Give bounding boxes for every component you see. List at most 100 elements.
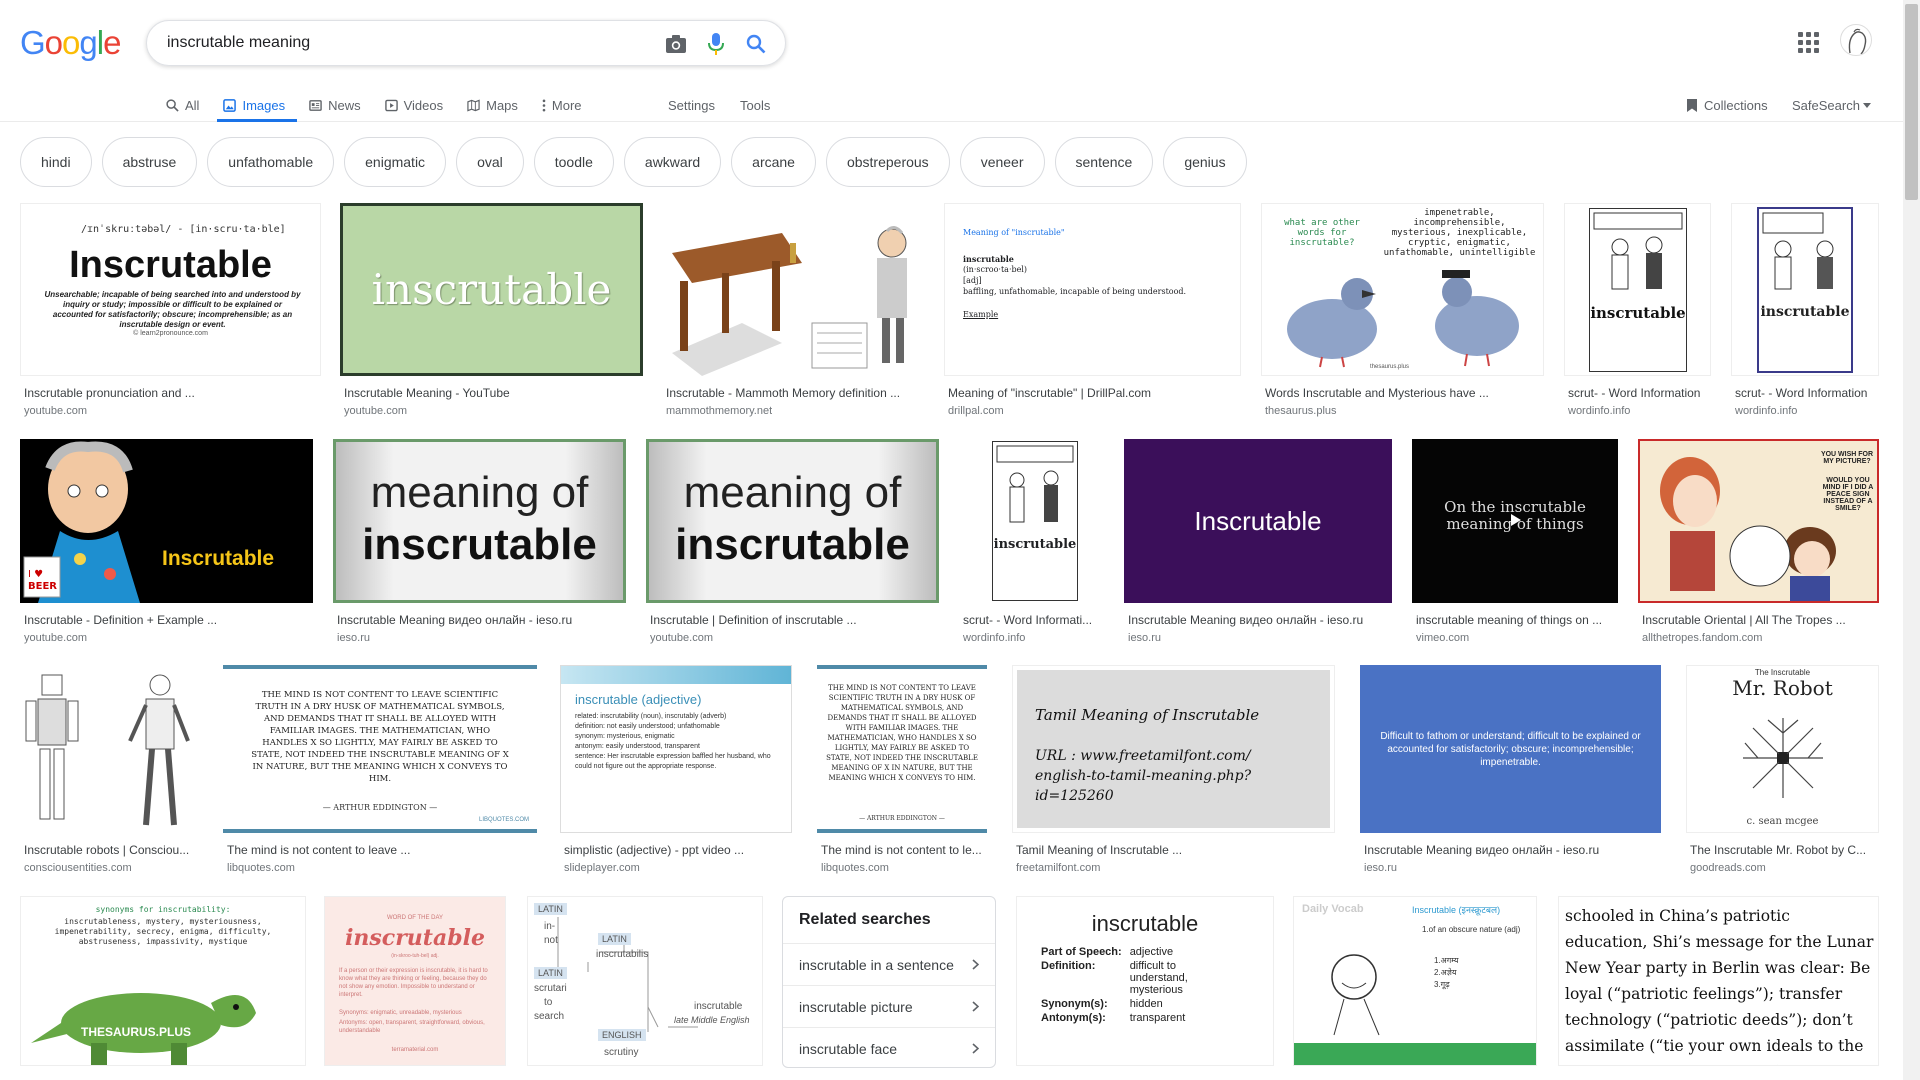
result-title[interactable]: Tamil Meaning of Inscrutable ...	[1016, 843, 1333, 857]
result-source[interactable]: ieso.ru	[1128, 632, 1161, 644]
result-source[interactable]: freetamilfont.com	[1016, 862, 1100, 874]
image-result[interactable]: LATIN in- not LATIN inscrutabilis LATIN …	[527, 896, 763, 1080]
result-thumbnail[interactable]: The Inscrutable Mr. Robot c. sean mcgee	[1686, 665, 1879, 833]
result-title[interactable]: scrut- - Word Information	[1735, 386, 1881, 400]
image-result[interactable]: Inscrutable Inscrutable Meaning видео он…	[1124, 439, 1392, 645]
result-thumbnail[interactable]: WORD OF THE DAY inscrutable (in-skroo-tu…	[324, 896, 506, 1066]
result-thumbnail[interactable]	[662, 203, 924, 376]
chip[interactable]: oval	[456, 137, 524, 187]
image-result[interactable]: inscrutable (adjective) related: inscrut…	[560, 665, 792, 875]
result-source[interactable]: youtube.com	[24, 405, 87, 417]
result-thumbnail[interactable]: meaning of inscrutable	[646, 439, 939, 603]
chip[interactable]: veneer	[959, 137, 1045, 187]
chip[interactable]: toodle	[533, 137, 614, 187]
chip[interactable]: arcane	[731, 137, 816, 187]
image-result[interactable]: Meaning of "inscrutable" inscrutable (in…	[944, 203, 1241, 418]
result-thumbnail[interactable]: what are other words for inscrutable? im…	[1261, 203, 1544, 376]
result-source[interactable]: mammothmemory.net	[666, 405, 772, 417]
result-source[interactable]: libquotes.com	[821, 862, 889, 874]
collections-link[interactable]: Collections	[1686, 88, 1768, 122]
image-result[interactable]: Difficult to fathom or understand; diffi…	[1360, 665, 1661, 875]
image-result[interactable]: inscrutable scrut- - Word Information wo…	[1731, 203, 1879, 418]
result-thumbnail[interactable]	[20, 665, 203, 833]
result-title[interactable]: Inscrutable pronunciation and ...	[24, 386, 319, 400]
chip[interactable]: unfathomable	[207, 137, 335, 187]
chip[interactable]: abstruse	[101, 137, 198, 187]
result-thumbnail[interactable]: meaning of inscrutable	[333, 439, 626, 603]
image-result[interactable]: inscrutable scrut- - Word Information wo…	[1564, 203, 1711, 418]
result-source[interactable]: thesaurus.plus	[1265, 405, 1337, 417]
result-source[interactable]: wordinfo.info	[1568, 405, 1630, 417]
result-thumbnail[interactable]: /ɪnˈskruːtəbəl/ - [in·scru·ta·ble] Inscr…	[20, 203, 321, 376]
search-box[interactable]: inscrutable meaning	[146, 20, 786, 66]
avatar[interactable]	[1840, 24, 1872, 56]
result-title[interactable]: Inscrutable Meaning - YouTube	[344, 386, 641, 400]
result-thumbnail[interactable]: Difficult to fathom or understand; diffi…	[1360, 665, 1661, 833]
result-source[interactable]: youtube.com	[650, 632, 713, 644]
safesearch-menu[interactable]: SafeSearch	[1792, 88, 1871, 122]
result-thumbnail[interactable]: Tamil Meaning of Inscrutable URL : www.f…	[1012, 665, 1335, 833]
result-source[interactable]: slideplayer.com	[564, 862, 640, 874]
image-result[interactable]: meaning of inscrutable Inscrutable Meani…	[333, 439, 626, 645]
result-thumbnail[interactable]: inscrutable Part of Speech: adjective Def…	[1016, 896, 1274, 1066]
camera-icon[interactable]	[663, 31, 689, 57]
result-source[interactable]: drillpal.com	[948, 405, 1004, 417]
result-title[interactable]: Inscrutable - Definition + Example ...	[24, 613, 311, 627]
image-result[interactable]: /ɪnˈskruːtəbəl/ - [in·scru·ta·ble] Inscr…	[20, 203, 321, 418]
result-thumbnail[interactable]: Inscrutable	[1124, 439, 1392, 603]
google-logo[interactable]: Google	[20, 24, 121, 62]
result-title[interactable]: Inscrutable Oriental | All The Tropes ..…	[1642, 613, 1877, 627]
search-input[interactable]: inscrutable meaning	[167, 34, 310, 52]
result-thumbnail[interactable]: inscrutable	[1564, 203, 1711, 376]
result-title[interactable]: The mind is not content to le...	[821, 843, 987, 857]
image-result[interactable]: YOU WISH FOR MY PICTURE? WOULD YOU MIND …	[1638, 439, 1879, 645]
result-title[interactable]: inscrutable meaning of things on ...	[1416, 613, 1616, 627]
result-thumbnail[interactable]: schooled in China’s patriotic education,…	[1558, 896, 1879, 1066]
result-thumbnail[interactable]: LATIN in- not LATIN inscrutabilis LATIN …	[527, 896, 763, 1066]
related-search-item[interactable]: inscrutable face	[783, 1027, 995, 1067]
related-search-item[interactable]: inscrutable in a sentence	[783, 943, 995, 985]
result-source[interactable]: ieso.ru	[337, 632, 370, 644]
result-title[interactable]: The Inscrutable Mr. Robot by C...	[1690, 843, 1881, 857]
image-result[interactable]: WORD OF THE DAY inscrutable (in-skroo-tu…	[324, 896, 506, 1080]
tab-images[interactable]: Images	[217, 88, 297, 122]
result-source[interactable]: wordinfo.info	[1735, 405, 1797, 417]
result-title[interactable]: Meaning of "inscrutable" | DrillPal.com	[948, 386, 1239, 400]
result-thumbnail[interactable]: inscrutable	[959, 439, 1104, 603]
result-thumbnail[interactable]: Daily Vocab Inscrutable (इनस्क्रूटबल) 1.…	[1293, 896, 1537, 1066]
image-result[interactable]: THE MIND IS NOT CONTENT TO LEAVE SCIENTI…	[817, 665, 987, 875]
chip[interactable]: hindi	[20, 137, 92, 187]
chip[interactable]: obstreperous	[825, 137, 950, 187]
result-title[interactable]: Inscrutable Meaning видео онлайн - ieso.…	[1128, 613, 1390, 627]
result-thumbnail[interactable]: I ♥ BEER Inscrutable	[20, 439, 313, 603]
result-source[interactable]: goodreads.com	[1690, 862, 1766, 874]
microphone-icon[interactable]	[703, 31, 729, 57]
result-thumbnail[interactable]: On the inscrutable meaning of things	[1412, 439, 1618, 603]
image-result[interactable]: Inscrutable robots | Consciou... conscio…	[20, 665, 203, 875]
image-result[interactable]: THE MIND IS NOT CONTENT TO LEAVE SCIENTI…	[223, 665, 537, 875]
result-thumbnail[interactable]: inscrutable (adjective) related: inscrut…	[560, 665, 792, 833]
result-source[interactable]: libquotes.com	[227, 862, 295, 874]
tab-news[interactable]: News	[309, 88, 373, 122]
image-result[interactable]: On the inscrutable meaning of things ins…	[1412, 439, 1618, 645]
result-title[interactable]: scrut- - Word Informati...	[963, 613, 1104, 627]
image-result[interactable]: inscrutable scrut- - Word Informati... w…	[959, 439, 1104, 645]
related-search-item[interactable]: inscrutable picture	[783, 985, 995, 1027]
result-thumbnail[interactable]: inscrutable	[340, 203, 643, 376]
image-result[interactable]: schooled in China’s patriotic education,…	[1558, 896, 1879, 1080]
settings-link[interactable]: Settings	[668, 88, 715, 122]
result-thumbnail[interactable]: THE MIND IS NOT CONTENT TO LEAVE SCIENTI…	[223, 665, 537, 833]
result-source[interactable]: allthetropes.fandom.com	[1642, 632, 1762, 644]
result-title[interactable]: Inscrutable - Mammoth Memory definition …	[666, 386, 922, 400]
chip[interactable]: genius	[1163, 137, 1247, 187]
result-thumbnail[interactable]: synonyms for inscrutability: inscrutable…	[20, 896, 306, 1066]
result-source[interactable]: consciousentities.com	[24, 862, 132, 874]
result-thumbnail[interactable]: Meaning of "inscrutable" inscrutable (in…	[944, 203, 1241, 376]
search-icon[interactable]	[743, 31, 769, 57]
result-thumbnail[interactable]: inscrutable	[1731, 203, 1879, 376]
result-title[interactable]: scrut- - Word Information	[1568, 386, 1713, 400]
result-thumbnail[interactable]: YOU WISH FOR MY PICTURE? WOULD YOU MIND …	[1638, 439, 1879, 603]
page-scrollbar[interactable]	[1903, 0, 1920, 1080]
image-result[interactable]: synonyms for inscrutability: inscrutable…	[20, 896, 306, 1080]
chip[interactable]: awkward	[623, 137, 722, 187]
